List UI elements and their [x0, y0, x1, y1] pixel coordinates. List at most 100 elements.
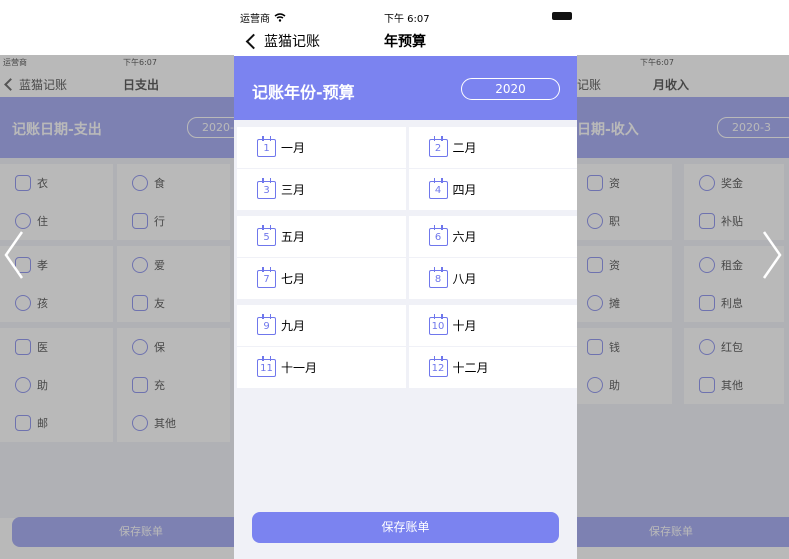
- year-field[interactable]: 2020: [461, 78, 560, 100]
- month-group: 5 五月 6 六月 7 七月 8 八月: [234, 216, 577, 299]
- band-label: 记账年份-预算: [252, 83, 355, 102]
- category-icon: [15, 377, 31, 393]
- month-item[interactable]: 9 九月: [237, 305, 406, 346]
- category-item[interactable]: 邮: [0, 404, 113, 442]
- category-icon: [132, 377, 148, 393]
- category-item[interactable]: 职: [577, 202, 672, 240]
- category-item[interactable]: 医: [0, 328, 113, 366]
- calendar-day-number: 12: [431, 362, 445, 374]
- calendar-day-number: 1: [263, 142, 270, 154]
- month-label: 十二月: [452, 361, 489, 375]
- category-item[interactable]: 保: [117, 328, 230, 366]
- category-label: 助: [609, 379, 620, 392]
- month-item[interactable]: 10 十月: [408, 305, 577, 346]
- category-label: 食: [154, 177, 165, 190]
- category-item[interactable]: 助: [0, 366, 113, 404]
- status-bar: 下午6:07: [577, 55, 789, 69]
- status-bar: 运营商 下午6:07: [0, 55, 234, 69]
- category-item[interactable]: 助: [577, 366, 672, 404]
- month-item[interactable]: 5 五月: [237, 216, 406, 257]
- category-row: 摊 利息: [577, 284, 789, 322]
- category-item[interactable]: 利息: [684, 284, 784, 322]
- next-arrow-icon[interactable]: [760, 230, 784, 280]
- month-item[interactable]: 4 四月: [408, 169, 577, 210]
- date-field[interactable]: 2020-3: [717, 117, 789, 138]
- month-item[interactable]: 11 十一月: [237, 347, 406, 388]
- category-item[interactable]: 孩: [0, 284, 113, 322]
- save-button[interactable]: 保存账单: [577, 517, 789, 547]
- category-label: 爱: [154, 259, 165, 272]
- category-item[interactable]: 钱: [577, 328, 672, 366]
- category-icon: [15, 415, 31, 431]
- category-label: 友: [154, 297, 165, 310]
- category-grid: 资奖金职补贴资租金摊利息钱红包助其他: [577, 158, 789, 518]
- date-field[interactable]: 2020-3: [187, 117, 234, 138]
- month-item[interactable]: 8 八月: [408, 258, 577, 299]
- month-item[interactable]: 2 二月: [408, 127, 577, 168]
- category-label: 助: [37, 379, 48, 392]
- calendar-day-number: 11: [260, 362, 273, 374]
- category-item[interactable]: 衣: [0, 164, 113, 202]
- back-label[interactable]: 记账: [577, 76, 601, 93]
- month-item[interactable]: 7 七月: [237, 258, 406, 299]
- page-title: 年预算: [384, 34, 426, 50]
- carrier-label: 运营商: [240, 10, 286, 25]
- back-button[interactable]: 蓝猫记账: [244, 31, 320, 51]
- date-band: 记账日期-支出 2020-3: [0, 97, 234, 158]
- category-item[interactable]: 食: [117, 164, 230, 202]
- save-button[interactable]: 保存账单: [252, 512, 559, 543]
- category-icon: [15, 175, 31, 191]
- category-group: 资 租金摊 利息: [577, 246, 789, 322]
- save-button[interactable]: 保存账单: [12, 517, 234, 547]
- category-item[interactable]: 资: [577, 164, 672, 202]
- month-item[interactable]: 12 十二月: [408, 347, 577, 388]
- category-item[interactable]: 其他: [117, 404, 230, 442]
- category-group: 孝爱孩友: [0, 246, 234, 322]
- category-icon: [132, 213, 148, 229]
- month-item[interactable]: 3 三月: [237, 169, 406, 210]
- category-row: 助充: [0, 366, 234, 404]
- month-item[interactable]: 6 六月: [408, 216, 577, 257]
- category-item[interactable]: 奖金: [684, 164, 784, 202]
- category-label: 邮: [37, 417, 48, 430]
- category-item[interactable]: 爱: [117, 246, 230, 284]
- category-label: 红包: [721, 341, 743, 354]
- previous-arrow-icon[interactable]: [2, 230, 26, 280]
- category-label: 租金: [721, 259, 743, 272]
- category-icon: [15, 339, 31, 355]
- category-item[interactable]: 充: [117, 366, 230, 404]
- calendar-day-number: 5: [263, 231, 270, 243]
- month-label: 七月: [281, 272, 306, 286]
- wifi-icon: [274, 13, 286, 22]
- category-label: 孩: [37, 297, 48, 310]
- category-label: 充: [154, 379, 165, 392]
- category-icon: [15, 213, 31, 229]
- category-label: 职: [609, 215, 620, 228]
- category-item[interactable]: 友: [117, 284, 230, 322]
- calendar-icon: 7: [257, 266, 276, 288]
- calendar-day-number: 10: [431, 320, 445, 332]
- category-item[interactable]: 红包: [684, 328, 784, 366]
- category-icon: [699, 377, 715, 393]
- back-label: 蓝猫记账: [264, 34, 320, 50]
- back-button[interactable]: 蓝猫记账: [4, 76, 68, 93]
- category-item[interactable]: 资: [577, 246, 672, 284]
- category-row: 钱 红包: [577, 328, 789, 366]
- category-icon: [132, 175, 148, 191]
- category-group: 医保助充邮其他: [0, 328, 234, 442]
- category-label: 其他: [154, 417, 176, 430]
- nav-bar: 蓝猫记账 日支出: [0, 69, 234, 97]
- back-label: 蓝猫记账: [19, 78, 68, 92]
- category-icon: [587, 213, 603, 229]
- category-label: 保: [154, 341, 165, 354]
- calendar-day-number: 6: [434, 231, 442, 243]
- category-item[interactable]: 摊: [577, 284, 672, 322]
- month-row: 9 九月 10 十月: [234, 305, 577, 346]
- calendar-day-number: 2: [434, 142, 442, 154]
- month-row: 11 十一月 12 十二月: [234, 347, 577, 388]
- calendar-icon: 6: [428, 224, 448, 246]
- month-item[interactable]: 1 一月: [237, 127, 406, 168]
- category-item[interactable]: 其他: [684, 366, 784, 404]
- category-item[interactable]: 行: [117, 202, 230, 240]
- month-row: 7 七月 8 八月: [234, 258, 577, 299]
